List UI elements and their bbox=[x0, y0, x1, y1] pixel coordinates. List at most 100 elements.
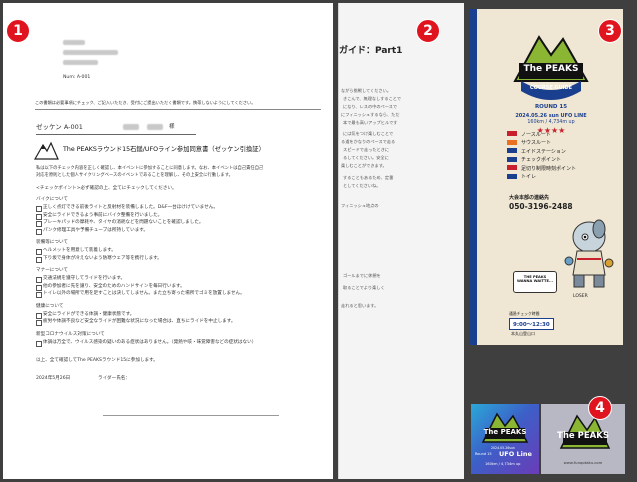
legend-label: サウスルート bbox=[521, 140, 552, 146]
time-location: 本丸山登山口 bbox=[511, 331, 535, 336]
redacted-name bbox=[123, 124, 139, 130]
guide-text-line: ながら挑戦してください。 bbox=[341, 88, 391, 93]
sticker-url: www.funqotaku.com bbox=[563, 460, 603, 465]
checklist-item: 正しく点灯できる前後ライトと反射材を装備しました。D&F一台ほけけていません。 bbox=[43, 205, 218, 210]
signature-date: 2024年5月26日 bbox=[36, 376, 71, 381]
checklist-item: 他の参加者に先を譲り、安全のためのハンドサインを毎日行います。 bbox=[43, 283, 185, 289]
legend-label: トイレ bbox=[521, 174, 537, 180]
legend-swatch bbox=[507, 139, 517, 145]
honorific: 様 bbox=[169, 124, 175, 130]
redacted-text bbox=[63, 40, 85, 45]
checklist-item: 安全にライドできるよう事前にバイク整備を行いました。 bbox=[43, 212, 163, 218]
sticker-logo-icon bbox=[481, 412, 529, 443]
divider bbox=[35, 109, 321, 110]
legend-swatch bbox=[507, 156, 517, 162]
checklist-item: 体調は万全で、ウイルス感染の疑いのある症状はありません。（発熱や咳・味覚障害など… bbox=[43, 339, 257, 345]
sticker-logo-text-2: The PEAKS bbox=[557, 431, 609, 441]
time-label: 通過チェック時間 bbox=[509, 311, 540, 316]
guide-logo-text: The PEAKS bbox=[523, 64, 579, 74]
consent-title: The PEAKSラウンド15石鎚/UFOライン参加同意書（ゼッケン引換証） bbox=[63, 146, 265, 153]
badge-1: 1 bbox=[6, 19, 30, 43]
rider-name-label: ライダー氏名： bbox=[98, 376, 130, 381]
checklist-item: ブレーキパッドの摩耗や、タイヤの消耗などを問題ないことを確認しました。 bbox=[43, 220, 204, 225]
checkbox[interactable] bbox=[36, 312, 42, 319]
contact-phone: 050-3196-2488 bbox=[509, 202, 573, 211]
guide-text-line: になり、レスの中のペースで bbox=[343, 104, 398, 109]
badge-2: 2 bbox=[416, 19, 440, 43]
guide-text-line: フィニッシュ地点の bbox=[341, 203, 379, 208]
redacted-text bbox=[63, 50, 118, 55]
guide-text-line: にフィニッシュするなら、ただ bbox=[341, 112, 400, 117]
mascot-caption: THE PEAKS WANNA WAITTE... bbox=[516, 275, 554, 284]
section-title: 健康について bbox=[36, 303, 64, 309]
redacted-text bbox=[63, 60, 98, 65]
guide-text-line: 走れると思います。 bbox=[341, 303, 379, 308]
guide-text-line: る道をかなりのペースで走る bbox=[341, 139, 396, 144]
guide-text-line: ゴールまでに休憩を bbox=[343, 273, 381, 278]
consent-document-page: Num: A-001 この書類は必要事項にチェック、ご記入いただき、受付にご提出… bbox=[3, 3, 333, 479]
checklist-item: 下り坂で身体が冷えないよう防寒ウェア等を携行します。 bbox=[43, 255, 162, 261]
checkpoint-heading: <チェックポイント>必ず確認の上、全てにチェックしてください。 bbox=[36, 186, 177, 191]
guide-event-line: 2024.05.26 sun UFO LINE bbox=[515, 113, 587, 119]
guide-text-line: 本で最も高いアップヒルです bbox=[343, 120, 398, 125]
peaks-logo-icon bbox=[33, 141, 59, 160]
checkbox[interactable] bbox=[36, 206, 42, 212]
sticker-stats: 160km / 4,734m up bbox=[485, 462, 521, 466]
contact-label: 大会本部の連絡先 bbox=[509, 195, 550, 201]
guide-text-line: るしてください。安全に bbox=[343, 155, 389, 160]
course-guide-card: The PEAKS COURSE GUIDE ROUND 15 2024.05.… bbox=[469, 9, 623, 345]
time-box: 9:00〜12:30 bbox=[509, 318, 554, 330]
guide-text-line: きこんで、無理なしすることで bbox=[343, 96, 402, 101]
guide-text-line: 楽しむことができます。 bbox=[341, 163, 387, 168]
intro-line-1: 私は以下のチェック内容を正しく確認し、本イベントに参加することに同意します。なお… bbox=[36, 166, 264, 171]
checklist-item: 安全にライドができる体調・健康状態です。 bbox=[43, 311, 135, 317]
section-title: 装備等について bbox=[36, 240, 69, 245]
checkbox[interactable] bbox=[36, 256, 42, 263]
legend-swatch bbox=[507, 173, 517, 179]
checkbox[interactable] bbox=[36, 221, 42, 227]
badge-4: 4 bbox=[588, 396, 612, 420]
legend-label: 足切り制限時刻ポイント bbox=[521, 165, 577, 172]
mascot-illustration bbox=[564, 219, 614, 288]
signature-line bbox=[103, 415, 279, 416]
checkbox[interactable] bbox=[36, 292, 42, 298]
section-title: マナーについて bbox=[36, 268, 69, 273]
checklist-item: 疲労や体調不良など安全なライドが困難な状況になった場合は、直ちにライドを中止しま… bbox=[43, 319, 236, 324]
checkbox[interactable] bbox=[36, 320, 42, 326]
checklist-item: ヘルメットを用意して装着します。 bbox=[43, 248, 116, 253]
legend-swatch bbox=[507, 131, 517, 136]
guide-round: ROUND 15 bbox=[534, 104, 568, 110]
checkbox[interactable] bbox=[36, 340, 42, 347]
guide-text-line: することもあるため、定番 bbox=[343, 175, 394, 180]
confirmation-text: 以上、全て確認してThe PEAKSラウンド15に参加します。 bbox=[36, 358, 158, 363]
guide-text-line: としてくださいね。 bbox=[343, 183, 381, 188]
legend-swatch bbox=[507, 148, 517, 153]
guide-text-line: スピードで走ったときに bbox=[343, 147, 390, 152]
checkbox[interactable] bbox=[36, 284, 42, 291]
loser-label: LOSER bbox=[573, 294, 588, 299]
sticker-course: UFO Line bbox=[499, 450, 532, 458]
instruction-note: この書類は必要事項にチェック、ご記入いただき、受付にご提出いただく書類です。携帯… bbox=[35, 100, 256, 105]
checkbox[interactable] bbox=[36, 277, 42, 283]
section-title: バイクについて bbox=[36, 197, 68, 202]
sticker-round: Round 15 bbox=[475, 452, 492, 456]
underline bbox=[36, 134, 196, 135]
sticker-logo-text: The PEAKS bbox=[483, 428, 527, 436]
intro-line-2: 対応を原則とした個人サイクリングベースのイベントであることを理解し、その上安全に… bbox=[36, 173, 233, 178]
sticker-colorful: The PEAKS 2024.05.26sun Round 15 UFO Lin… bbox=[471, 404, 539, 474]
checkbox[interactable] bbox=[36, 228, 42, 235]
guide-text-line: には気をつけ楽しむことで bbox=[343, 131, 394, 136]
checklist-item: パンク修理工具や予備チューブは所持しています。 bbox=[43, 227, 149, 233]
guide-edge-strip bbox=[469, 9, 477, 345]
sticker-gray: The PEAKS www.funqotaku.com bbox=[541, 404, 625, 474]
legend-label: チェックポイント bbox=[521, 157, 562, 163]
guide-text-line: 取ることでより楽しく bbox=[343, 285, 385, 290]
checkbox[interactable] bbox=[36, 213, 42, 220]
participant-number: Num: A-001 bbox=[63, 75, 91, 80]
guide-document-page: ガイド：Part1 ながら挑戦してください。きこんで、無理なしすることで になり、… bbox=[338, 3, 464, 479]
checklist-item: 交通法規を遵守してライドを行います。 bbox=[43, 276, 126, 281]
guide-title: ガイド：Part1 bbox=[339, 46, 403, 56]
legend-swatch bbox=[507, 165, 517, 170]
checkbox[interactable] bbox=[36, 249, 42, 255]
badge-3: 3 bbox=[598, 19, 622, 43]
